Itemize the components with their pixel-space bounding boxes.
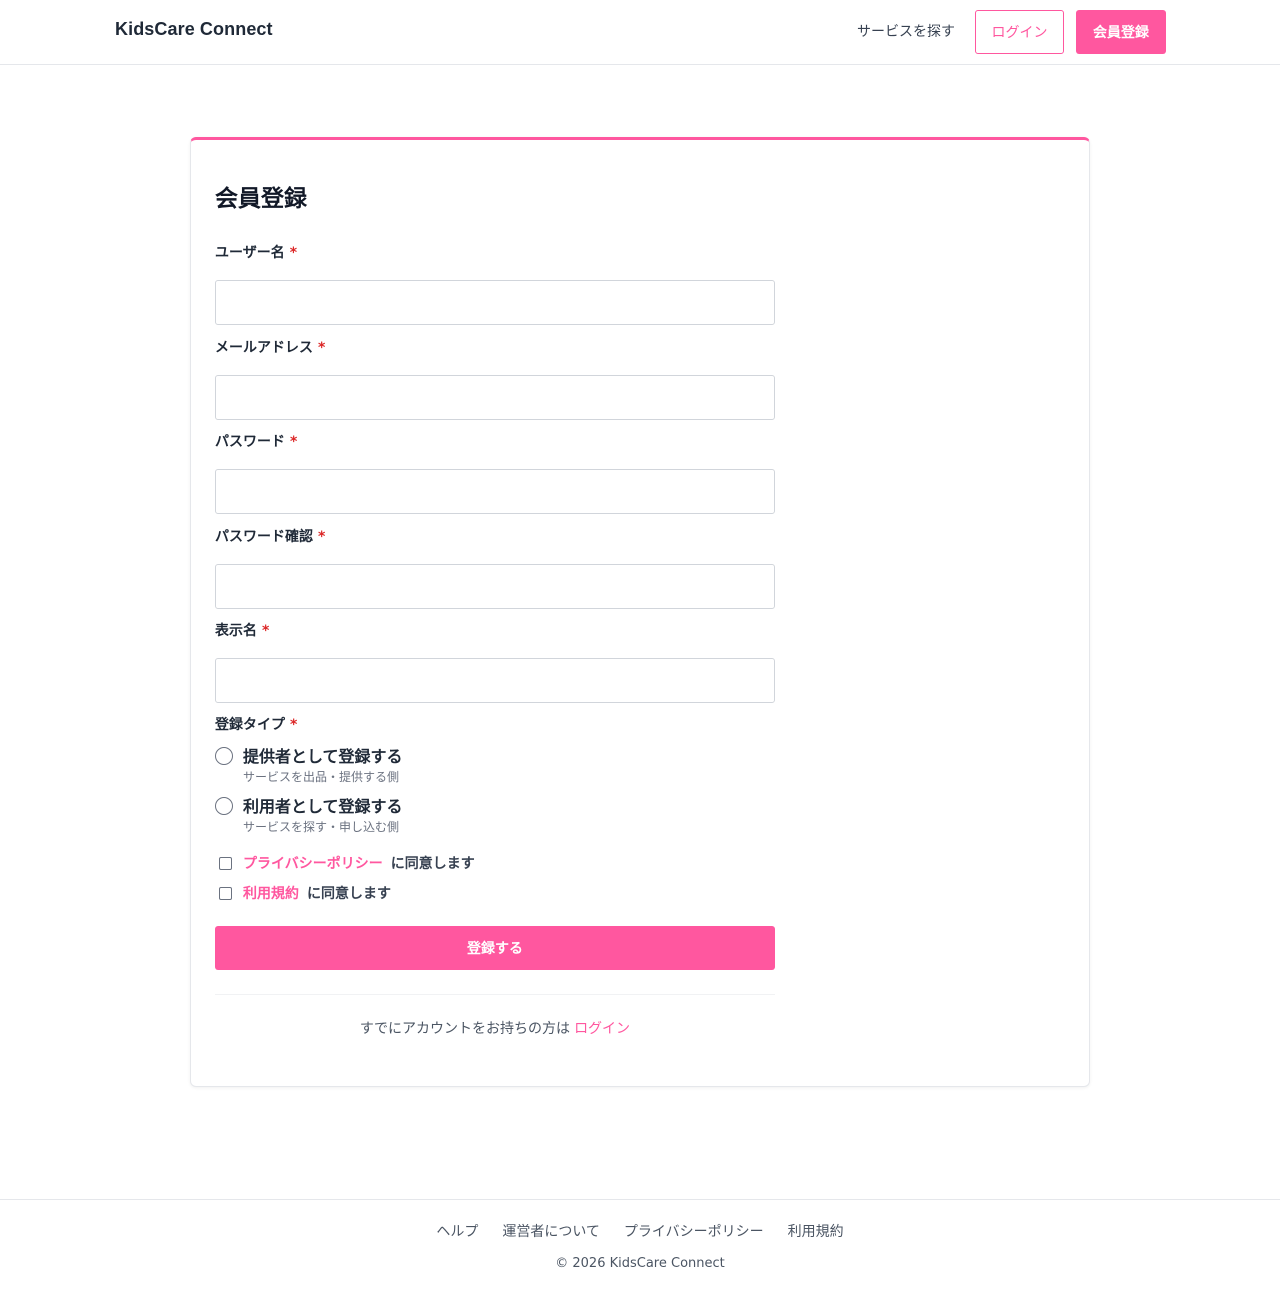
required-mark: *: [318, 340, 326, 356]
header-nav: サービスを探す ログイン 会員登録: [857, 10, 1166, 54]
site-header: KidsCare Connect サービスを探す ログイン 会員登録: [0, 0, 1280, 65]
required-mark: *: [318, 529, 326, 545]
privacy-agree-text: に同意します: [390, 856, 475, 872]
password-confirm-label: パスワード確認: [215, 529, 313, 545]
username-label: ユーザー名: [215, 245, 285, 261]
brand-logo[interactable]: KidsCare Connect: [115, 19, 273, 40]
footer-link-privacy[interactable]: プライバシーポリシー: [624, 1221, 764, 1241]
radio-user-title: 利用者として登録する: [243, 797, 403, 816]
required-mark: *: [290, 434, 298, 450]
username-field-group: ユーザー名 *: [215, 242, 775, 325]
terms-link[interactable]: 利用規約: [243, 883, 299, 903]
display-name-label: 表示名: [215, 623, 257, 639]
radio-provider-title: 提供者として登録する: [243, 747, 403, 766]
submit-register-button[interactable]: 登録する: [215, 926, 775, 970]
display-name-field-group: 表示名 *: [215, 620, 775, 703]
password-input[interactable]: [215, 469, 775, 514]
display-name-input[interactable]: [215, 658, 775, 703]
nav-search-services[interactable]: サービスを探す: [857, 10, 955, 54]
copyright: © 2026 KidsCare Connect: [555, 1256, 725, 1271]
header-register-button[interactable]: 会員登録: [1076, 10, 1166, 54]
login-link[interactable]: ログイン: [574, 1021, 630, 1037]
terms-agreement-row: 利用規約 に同意します: [219, 884, 391, 902]
password-confirm-field-group: パスワード確認 *: [215, 526, 775, 609]
privacy-checkbox[interactable]: [219, 856, 232, 870]
privacy-agreement-row: プライバシーポリシー に同意します: [219, 854, 475, 872]
site-footer: ヘルプ 運営者について プライバシーポリシー 利用規約 © 2026 KidsC…: [0, 1199, 1280, 1294]
footer-link-terms[interactable]: 利用規約: [788, 1221, 844, 1241]
username-input[interactable]: [215, 280, 775, 325]
header-login-button[interactable]: ログイン: [975, 10, 1064, 54]
terms-agree-text: に同意します: [307, 886, 391, 902]
password-field-group: パスワード *: [215, 431, 775, 514]
radio-provider-description: サービスを出品・提供する側: [243, 770, 400, 784]
terms-checkbox[interactable]: [219, 886, 232, 900]
register-card: 会員登録 ユーザー名 * メールアドレス * パスワード * パスワード確認 * 表示名…: [190, 137, 1090, 1087]
login-prompt: すでにアカウントをお持ちの方は ログイン: [215, 1018, 775, 1038]
radio-user[interactable]: [215, 797, 233, 815]
radio-user-description: サービスを探す・申し込む側: [243, 820, 400, 834]
required-mark: *: [290, 717, 298, 733]
required-mark: *: [262, 623, 270, 639]
email-label: メールアドレス: [215, 340, 313, 356]
required-mark: *: [289, 245, 298, 261]
footer-link-about[interactable]: 運営者について: [502, 1221, 600, 1241]
footer-link-help[interactable]: ヘルプ: [436, 1221, 478, 1241]
email-input[interactable]: [215, 375, 775, 420]
email-field-group: メールアドレス *: [215, 337, 775, 420]
have-account-text: すでにアカウントをお持ちの方は: [359, 1021, 571, 1037]
page-title: 会員登録: [215, 186, 307, 212]
footer-links: ヘルプ 運営者について プライバシーポリシー 利用規約: [0, 1221, 1280, 1241]
password-confirm-input[interactable]: [215, 564, 775, 609]
radio-provider[interactable]: [215, 747, 233, 765]
password-label: パスワード: [215, 434, 285, 450]
divider: [215, 994, 775, 995]
privacy-policy-link[interactable]: プライバシーポリシー: [243, 853, 383, 873]
register-type-label: 登録タイプ: [215, 717, 285, 733]
